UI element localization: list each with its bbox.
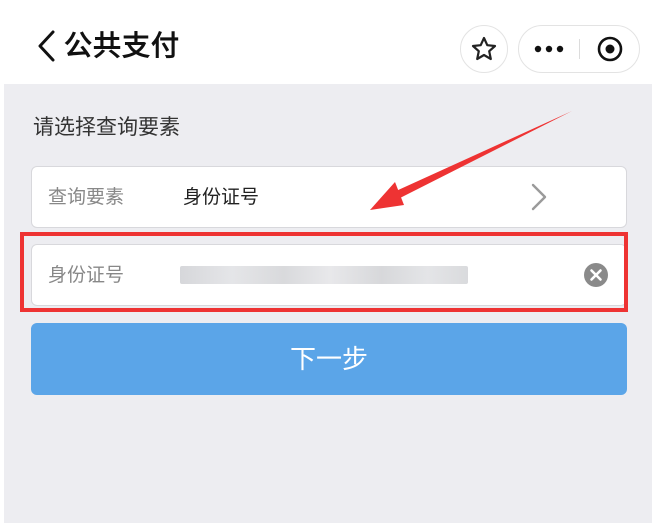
query-element-selector[interactable]: 查询要素 身份证号 <box>31 166 627 228</box>
query-element-label: 查询要素 <box>48 186 125 208</box>
next-step-button[interactable]: 下一步 <box>31 323 627 395</box>
more-button[interactable] <box>519 26 579 72</box>
highlight-box <box>20 232 628 312</box>
chevron-right-icon <box>531 183 547 211</box>
page-title: 公共支付 <box>64 29 181 62</box>
chevron-left-icon <box>38 30 55 62</box>
star-icon <box>471 36 497 61</box>
mini-program-capsule <box>518 25 640 73</box>
section-label: 请选择查询要素 <box>33 115 180 139</box>
more-dots-icon <box>534 45 564 53</box>
query-element-value: 身份证号 <box>183 186 260 208</box>
close-mini-program-button[interactable] <box>580 26 639 72</box>
top-navigation-bar: 公共支付 <box>4 0 652 84</box>
back-button[interactable] <box>34 28 60 64</box>
target-icon <box>597 36 622 62</box>
favorite-button[interactable] <box>460 25 508 73</box>
app-frame: 公共支付 请选择查询要素 查询要素 身份证号 身份证号 下一步 <box>4 0 652 523</box>
